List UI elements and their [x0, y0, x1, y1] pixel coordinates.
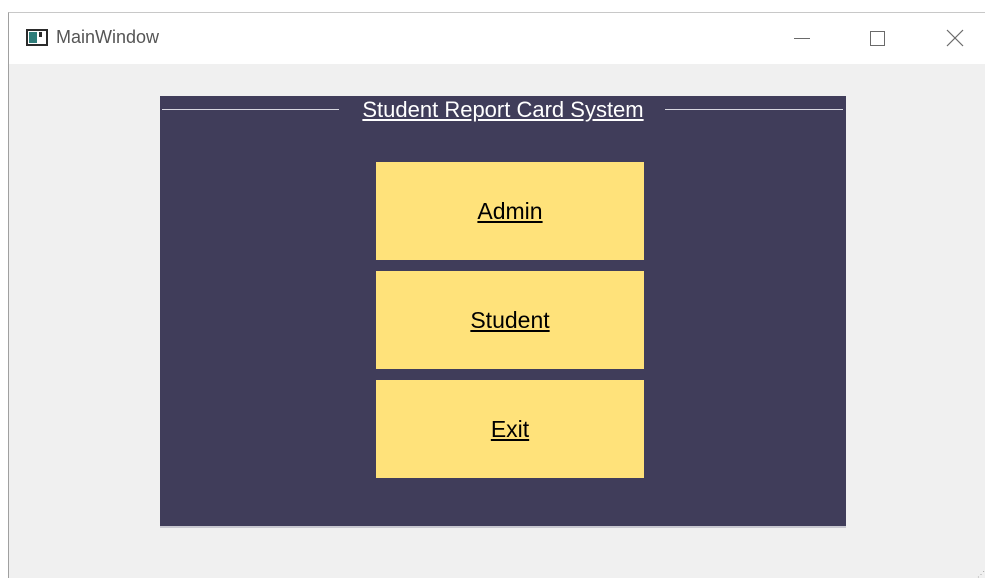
resize-grip-icon[interactable]: ⋰ [977, 570, 985, 579]
app-icon-pane [29, 32, 37, 43]
report-card-group: Student Report Card System Admin Student… [160, 96, 846, 528]
maximize-button[interactable] [857, 21, 897, 55]
minimize-icon [794, 37, 810, 39]
window-title: MainWindow [56, 27, 160, 47]
app-window-icon [26, 29, 48, 46]
student-button[interactable]: Student [376, 271, 644, 369]
maximize-icon [869, 30, 885, 46]
minimize-button[interactable] [782, 21, 822, 55]
main-window: MainWindow Student Report Card System Ad… [8, 12, 985, 579]
desktop-background [0, 0, 985, 12]
admin-button[interactable]: Admin [376, 162, 644, 260]
app-icon-accent [39, 32, 42, 37]
close-icon [946, 29, 964, 47]
close-button[interactable] [935, 21, 975, 55]
group-title: Student Report Card System [362, 97, 644, 122]
title-bar[interactable]: MainWindow [9, 13, 985, 64]
exit-button[interactable]: Exit [376, 380, 644, 478]
